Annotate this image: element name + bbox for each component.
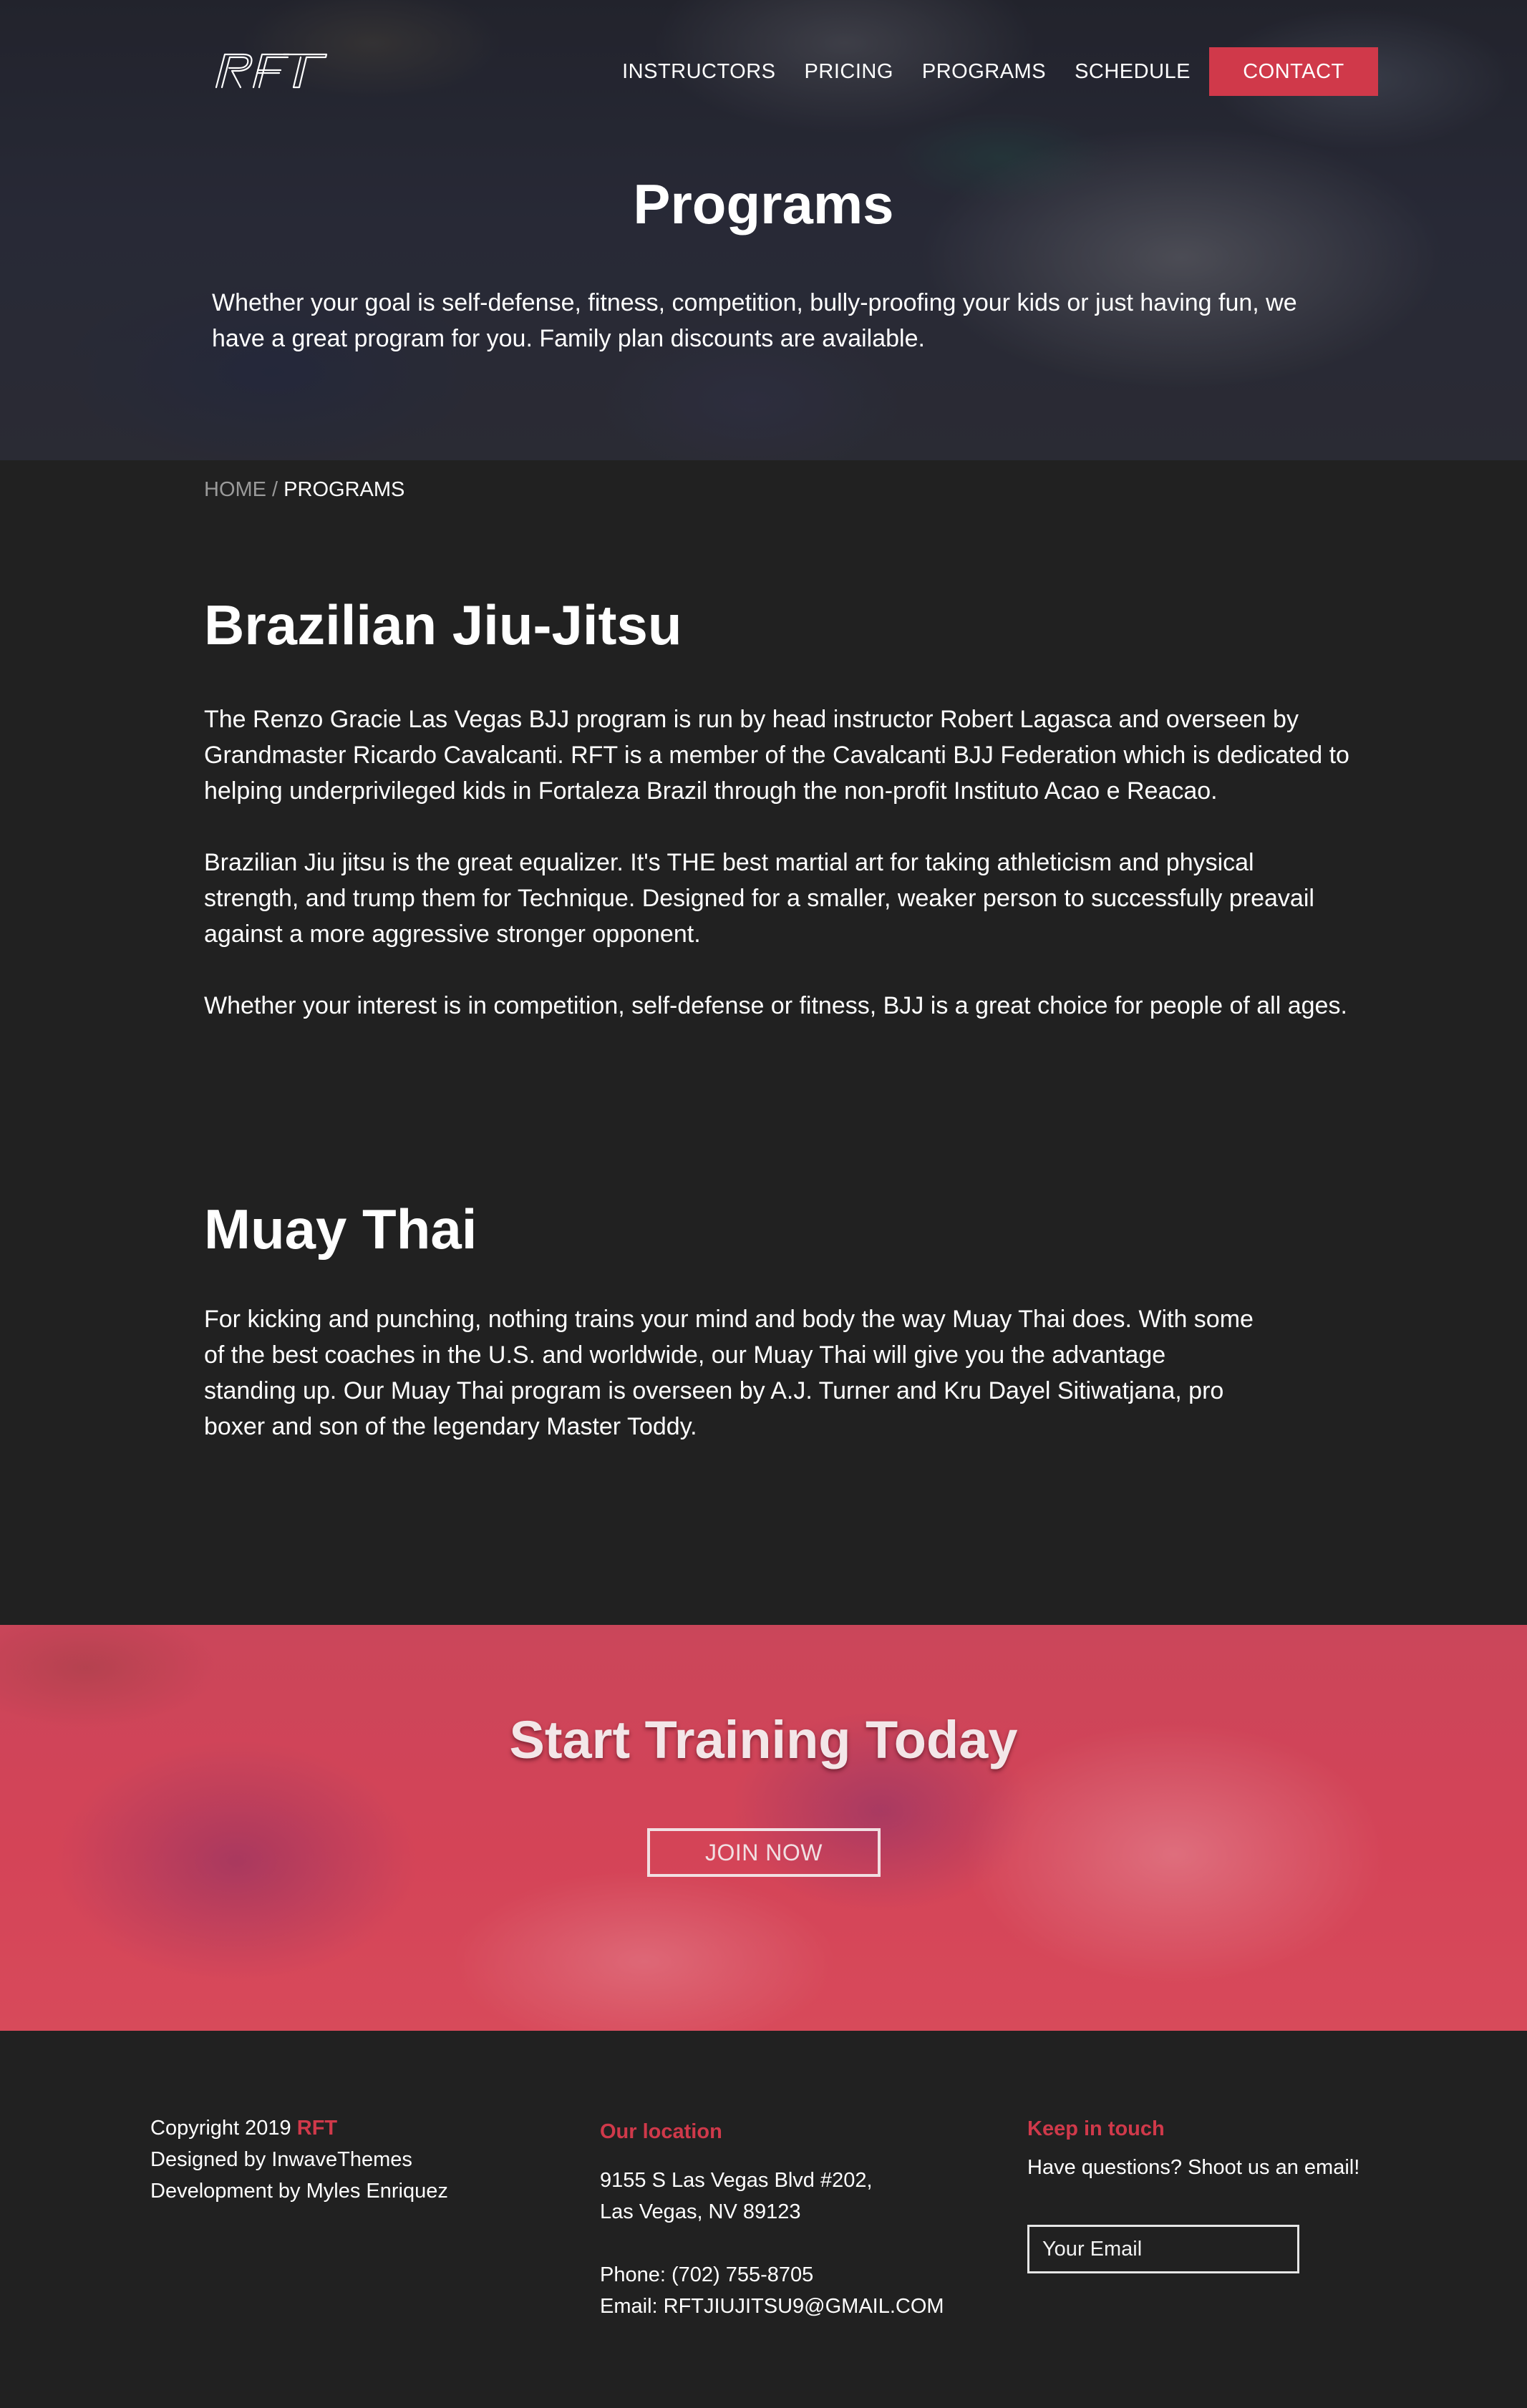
hero-intro-text: Whether your goal is self-defense, fitne… [212,289,1297,352]
footer-designed-by: Designed by InwaveThemes [150,2148,412,2171]
cta-title: Start Training Today [509,1710,1018,1769]
program-paragraph: For kicking and punching, nothing trains… [204,1306,1254,1440]
footer-address-line-1: 9155 S Las Vegas Blvd #202, [600,2169,873,2192]
nav-link-pricing[interactable]: PRICING [805,60,893,84]
footer-contact-heading: Keep in touch [1027,2117,1165,2140]
footer-phone: Phone: (702) 755-8705 [600,2263,814,2286]
breadcrumb-current: PROGRAMS [283,478,405,501]
join-now-button[interactable]: JOIN NOW [647,1828,881,1877]
program-title-muay-thai: Muay Thai [204,1198,478,1261]
footer-location-heading: Our location [600,2120,722,2143]
footer-development-by: Development by Myles Enriquez [150,2180,448,2203]
program-title-bjj: Brazilian Jiu-Jitsu [204,593,682,656]
nav-link-programs[interactable]: PROGRAMS [922,60,1046,84]
footer-contact-text: Have questions? Shoot us an email! [1027,2156,1360,2179]
main-nav: INSTRUCTORS PRICING PROGRAMS SCHEDULE CO… [622,47,1378,96]
nav-link-instructors[interactable]: INSTRUCTORS [622,60,775,84]
footer-email: Email: RFTJIUJITSU9@GMAIL.COM [600,2295,944,2318]
footer-copyright: Copyright 2019 RFT [150,2112,337,2144]
hero-section: INSTRUCTORS PRICING PROGRAMS SCHEDULE CO… [0,0,1527,460]
contact-button[interactable]: CONTACT [1209,47,1378,96]
program-paragraph: Whether your interest is in competition,… [204,992,1347,1019]
copyright-text: Copyright 2019 [150,2117,291,2140]
footer-address-line-2: Las Vegas, NV 89123 [600,2200,801,2223]
page-title: Programs [633,173,894,236]
nav-link-schedule[interactable]: SCHEDULE [1075,60,1191,84]
program-paragraph: The Renzo Gracie Las Vegas BJJ program i… [204,706,1349,805]
rft-logo[interactable] [212,50,329,90]
breadcrumb: HOME / PROGRAMS [204,478,404,502]
program-paragraph: Brazilian Jiu jitsu is the great equaliz… [204,849,1314,948]
breadcrumb-home-link[interactable]: HOME [204,478,266,501]
copyright-brand-link[interactable]: RFT [297,2117,337,2140]
breadcrumb-separator: / [266,478,284,501]
email-input[interactable] [1027,2225,1299,2273]
cta-banner: Start Training Today JOIN NOW [0,1625,1527,2031]
